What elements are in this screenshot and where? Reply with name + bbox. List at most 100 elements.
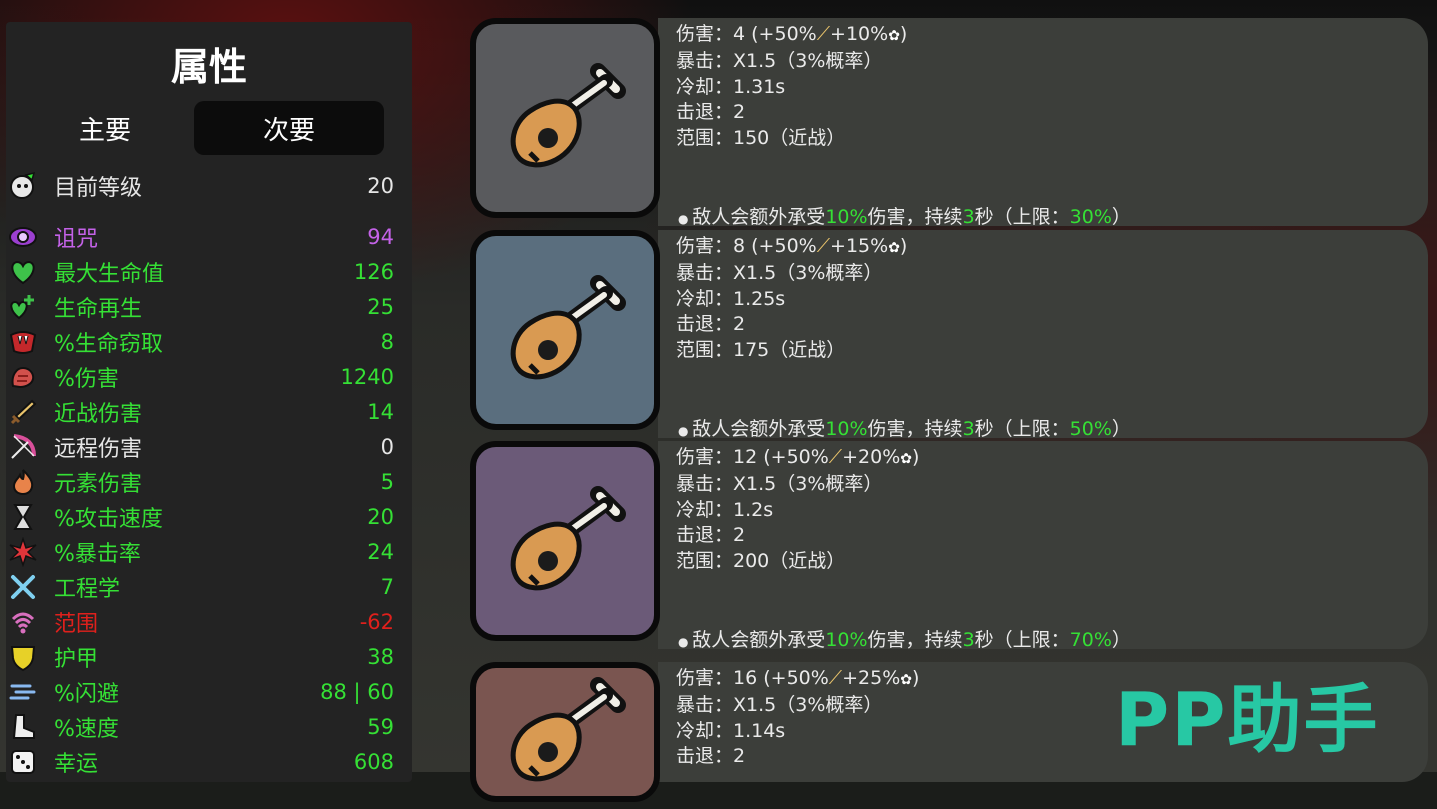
stat-value: 608 (353, 750, 394, 774)
dodge-wind-icon (6, 677, 40, 707)
watermark-logo: PP助手 (1115, 677, 1380, 763)
weapon-stats: 伤害：8 (+50%⟋+15%✿) 暴击：X1.5（3%概率） 冷却：1.25s 击退… (676, 234, 907, 363)
stat-label: 最大生命值 (54, 262, 165, 287)
stat-value: 88 | 60 (320, 680, 394, 704)
crit-line: 暴击：X1.5（3%概率） (676, 694, 883, 717)
sword-icon (6, 397, 40, 427)
effect-line: ● 敌人会额外承受10%伤害，持续3秒（上限：30%） (678, 202, 1131, 229)
stat-row: 幸运 608 (6, 745, 394, 779)
stat-value: 25 (367, 295, 394, 319)
stat-row: 诅咒 94 (6, 220, 394, 254)
damage-end: ) (899, 23, 908, 45)
damage-line: 伤害：4 (+50%⟋+10%✿) (676, 22, 907, 49)
stat-label: 工程学 (54, 577, 121, 602)
cooldown-line: 冷却：1.14s (676, 719, 786, 742)
lute-icon (490, 253, 640, 407)
bullet-dot: ● (678, 212, 693, 226)
damage-label: 伤害： (676, 23, 734, 45)
stat-value: 59 (367, 715, 394, 739)
stat-row: %闪避 88 | 60 (6, 675, 394, 709)
melee-scale-icon: ⟋ (828, 667, 843, 689)
damage-end: ) (899, 235, 908, 257)
damage-line: 伤害：8 (+50%⟋+15%✿) (676, 234, 907, 261)
stat-row: %暴击率 24 (6, 535, 394, 569)
damage-base: 12 (+50% (733, 446, 829, 468)
damage-base: 16 (+50% (733, 667, 829, 689)
stat-row-level: 目前等级 20 (6, 169, 394, 203)
effect-text: 秒（上限： (974, 629, 1070, 651)
stat-value: 24 (367, 540, 394, 564)
stat-label-level: 目前等级 (54, 176, 143, 201)
effect-text: ） (1111, 418, 1131, 440)
tab-secondary[interactable]: 次要 (194, 101, 384, 155)
damage-mid: +15% (830, 235, 889, 257)
stat-value: 1240 (340, 365, 394, 389)
effect-cap: 30% (1069, 206, 1112, 228)
stat-value: 8 (380, 330, 394, 354)
range-signal-icon (6, 607, 40, 637)
knockback-line: 击退：2 (676, 745, 746, 768)
damage-end: ) (912, 446, 920, 468)
weapon-thumbnail[interactable] (470, 662, 660, 802)
stat-row: 护甲 38 (6, 640, 394, 674)
cooldown-line: 冷却：1.2s (676, 498, 774, 521)
crit-line: 暴击：X1.5（3%概率） (676, 262, 883, 285)
stat-label: %生命窃取 (54, 332, 163, 357)
stat-row: %伤害 1240 (6, 360, 394, 394)
curse-eye-icon (6, 222, 40, 252)
stat-label: 范围 (54, 612, 99, 637)
stat-value: 20 (367, 505, 394, 529)
stat-label: %攻击速度 (54, 507, 163, 532)
elemental-scale-icon: ✿ (900, 451, 912, 467)
stat-row: 远程伤害 0 (6, 430, 394, 464)
muscle-icon (6, 362, 40, 392)
damage-base: 4 (+50% (733, 23, 817, 45)
effect-cap: 50% (1069, 418, 1112, 440)
effect-seconds: 3 (962, 206, 975, 228)
stat-value: 126 (353, 260, 394, 284)
heart-icon (6, 257, 40, 287)
lute-icon (490, 464, 640, 618)
effect-text: 伤害，持续 (867, 206, 963, 228)
crit-line: 暴击：X1.5（3%概率） (676, 473, 883, 496)
effect-seconds: 3 (962, 629, 975, 651)
weapon-thumbnail[interactable] (470, 441, 660, 641)
stat-label: 近战伤害 (54, 402, 143, 427)
wrench-cross-icon (6, 572, 40, 602)
heart-plus-icon (6, 292, 40, 322)
stat-label: 诅咒 (54, 227, 99, 252)
damage-line: 伤害：12 (+50%⟋+20%✿) (676, 445, 919, 472)
dice-icon (6, 747, 40, 777)
stat-value: -62 (359, 610, 394, 634)
bow-icon (6, 432, 40, 462)
bullet-dot: ● (678, 635, 693, 649)
stat-label: 护甲 (54, 647, 99, 672)
panel-title: 属性 (170, 45, 247, 89)
weapon-thumbnail[interactable] (470, 230, 660, 430)
range-line: 范围：200（近战） (676, 549, 846, 572)
effect-line: ● 敌人会额外承受10%伤害，持续3秒（上限：70%） (678, 625, 1131, 652)
damage-mid: +10% (830, 23, 889, 45)
melee-scale-icon: ⟋ (816, 235, 831, 257)
knockback-line: 击退：2 (676, 524, 746, 547)
stat-label: %伤害 (54, 367, 119, 392)
tab-primary[interactable]: 主要 (10, 101, 200, 155)
weapon-stats: 伤害：12 (+50%⟋+20%✿) 暴击：X1.5（3%概率） 冷却：1.2s 击退… (676, 445, 919, 574)
stat-value: 14 (367, 400, 394, 424)
weapon-thumbnail[interactable] (470, 18, 660, 218)
cooldown-line: 冷却：1.31s (676, 75, 786, 98)
effect-text: 敌人会额外承受 (692, 629, 826, 651)
effect-text: ） (1111, 206, 1131, 228)
melee-scale-icon: ⟋ (828, 446, 843, 468)
stat-label: 远程伤害 (54, 437, 143, 462)
melee-scale-icon: ⟋ (816, 23, 831, 45)
stat-label: 元素伤害 (54, 472, 143, 497)
stat-value: 94 (367, 225, 394, 249)
effect-text: 伤害，持续 (867, 418, 963, 440)
knockback-line: 击退：2 (676, 313, 746, 336)
effect-text: ） (1111, 629, 1131, 651)
stat-row: 范围 -62 (6, 605, 394, 639)
damage-mid: +20% (842, 446, 901, 468)
weapon-stats: 伤害：16 (+50%⟋+25%✿) 暴击：X1.5（3%概率） 冷却：1.14s 击… (676, 666, 919, 770)
stat-value: 0 (380, 435, 394, 459)
